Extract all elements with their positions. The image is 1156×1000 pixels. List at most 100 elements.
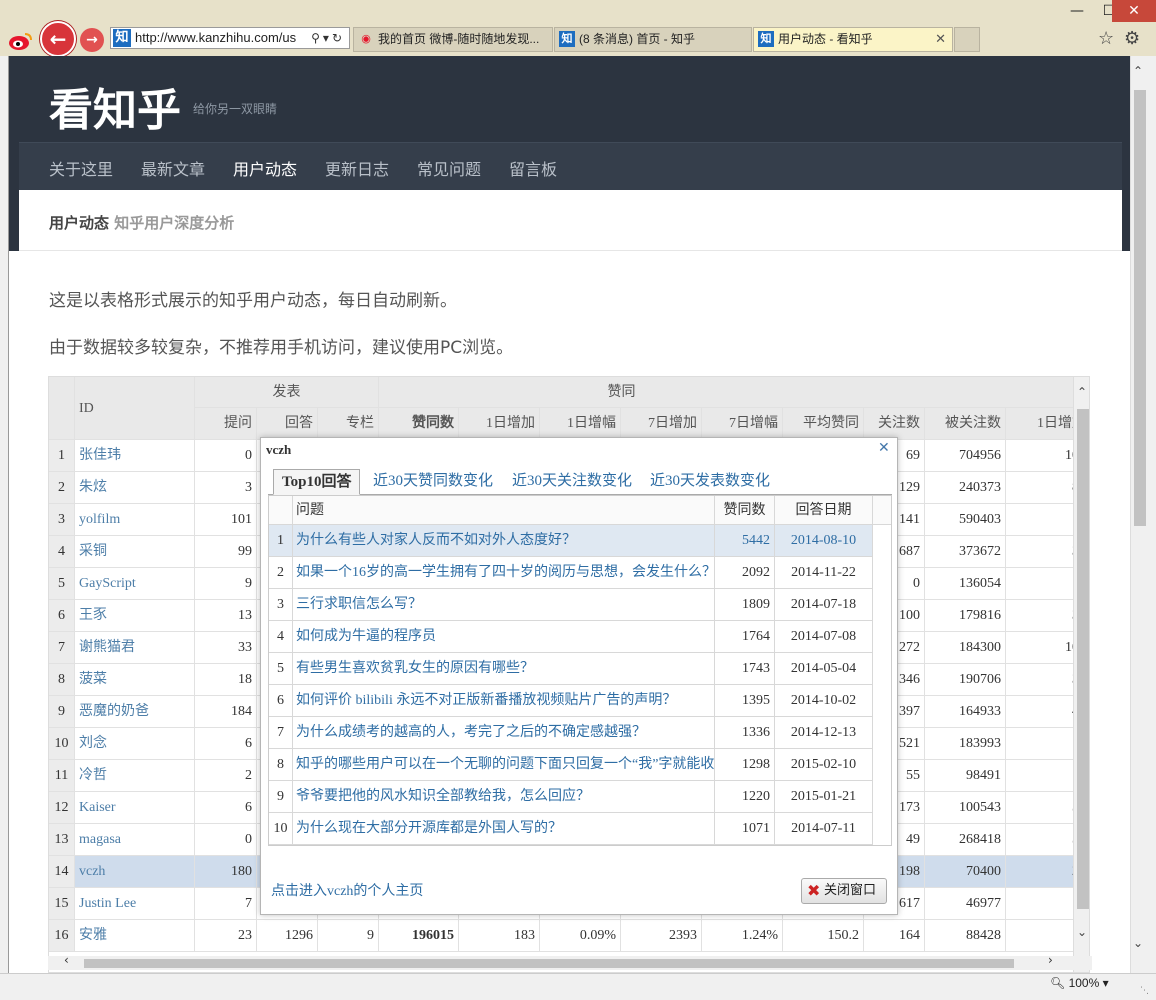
answer-votes: 1743 — [715, 653, 775, 685]
zoom-level[interactable]: 🔍︎ 100% ▾ — [1050, 976, 1109, 990]
answer-question-link[interactable]: 知乎的哪些用户可以在一个无聊的问题下面只回复一个“我”字就能收获上千赞同？ — [293, 749, 715, 781]
scroll-left-icon[interactable]: ‹ — [64, 953, 69, 967]
header-id[interactable]: ID — [75, 377, 195, 440]
settings-gear-icon[interactable]: ⚙ — [1124, 28, 1140, 49]
header-group-post: 发表 — [195, 377, 379, 408]
forward-button[interactable]: → — [80, 28, 104, 52]
close-window-button[interactable]: ✕ — [1112, 0, 1156, 22]
site-title[interactable]: 看知乎 — [49, 74, 181, 138]
user-name-link[interactable]: 菠菜 — [75, 664, 195, 696]
column-header[interactable]: 关注数 — [864, 408, 925, 440]
close-dialog-button[interactable]: ✖ 关闭窗口 — [801, 878, 887, 904]
scroll-right-icon[interactable]: › — [1048, 953, 1053, 967]
user-name-link[interactable]: 刘念 — [75, 728, 195, 760]
nav-user-activity[interactable]: 用户动态 — [233, 156, 297, 180]
user-name-link[interactable]: 谢熊猫君 — [75, 632, 195, 664]
answer-question-link[interactable]: 如何评价 bilibili 永远不对正版新番播放视频贴片广告的声明？ — [293, 685, 715, 717]
dialog-close-icon[interactable]: ✕ — [878, 440, 890, 456]
user-name-link[interactable]: 王豕 — [75, 600, 195, 632]
answer-question-link[interactable]: 有些男生喜欢贫乳女生的原因有哪些？ — [293, 653, 715, 685]
row-index: 8 — [49, 664, 75, 696]
tab-kanzhihu[interactable]: 知 用户动态 - 看知乎 ✕ — [753, 27, 953, 52]
site-nav: 关于这里 最新文章 用户动态 更新日志 常见问题 留言板 — [19, 142, 1122, 190]
tab-zhihu-home[interactable]: 知 (8 条消息) 首页 - 知乎 — [554, 27, 752, 52]
url-text[interactable]: http://www.kanzhihu.com/us — [135, 28, 303, 48]
user-name-link[interactable]: 安雅 — [75, 920, 195, 952]
user-name-link[interactable]: yolfilm — [75, 504, 195, 536]
answer-votes: 1336 — [715, 717, 775, 749]
user-name-link[interactable]: 张佳玮 — [75, 440, 195, 472]
scroll-up-icon[interactable]: ⌃ — [1133, 64, 1143, 78]
answer-votes: 2092 — [715, 557, 775, 589]
scroll-down-icon[interactable]: ⌄ — [1077, 925, 1087, 939]
nav-about[interactable]: 关于这里 — [49, 156, 113, 180]
column-header[interactable]: 回答 — [257, 408, 318, 440]
answer-question-link[interactable]: 三行求职信怎么写？ — [293, 589, 715, 621]
nav-articles[interactable]: 最新文章 — [141, 156, 205, 180]
row-index: 10 — [49, 728, 75, 760]
column-header[interactable]: 1日增幅 — [540, 408, 621, 440]
table-horizontal-scrollbar[interactable]: ‹ › — [48, 953, 1092, 970]
minimize-button[interactable]: — — [1062, 0, 1092, 22]
favorites-star-icon[interactable]: ☆ — [1098, 28, 1114, 49]
user-name-link[interactable]: 冷哲 — [75, 760, 195, 792]
page-vertical-scrollbar[interactable]: ⌃ ⌄ — [1130, 56, 1148, 973]
row-index: 6 — [49, 600, 75, 632]
user-name-link[interactable]: Kaiser — [75, 792, 195, 824]
nav-guestbook[interactable]: 留言板 — [509, 156, 557, 180]
answer-question-link[interactable]: 为什么有些人对家人反而不如对外人态度好？ — [293, 525, 715, 557]
user-name-link[interactable]: GayScript — [75, 568, 195, 600]
user-name-link[interactable]: vczh — [75, 856, 195, 888]
user-name-link[interactable]: magasa — [75, 824, 195, 856]
tab-top10-answers[interactable]: Top10回答 — [273, 469, 361, 495]
column-header[interactable]: 7日增幅 — [702, 408, 783, 440]
tab-weibo[interactable]: ◉ 我的首页 微博-随时随地发现... — [353, 27, 553, 52]
back-button[interactable]: ← — [40, 21, 76, 57]
nav-faq[interactable]: 常见问题 — [417, 156, 481, 180]
tab-close-icon[interactable]: ✕ — [935, 28, 946, 51]
resize-grip-icon[interactable]: ⋱ — [1140, 986, 1149, 996]
table-cell: 101 — [195, 504, 257, 536]
column-header[interactable]: 赞同数 — [379, 408, 459, 440]
answer-question-link[interactable]: 为什么现在大部分开源库都是外国人写的？ — [293, 813, 715, 845]
table-vertical-scrollbar[interactable]: ⌃ ⌄ — [1073, 377, 1089, 972]
profile-link[interactable]: 点击进入vczh的个人主页 — [271, 880, 423, 900]
column-header[interactable]: 平均赞同 — [783, 408, 864, 440]
row-index: 4 — [49, 536, 75, 568]
search-refresh-icons[interactable]: ⚲▾↻ — [311, 28, 345, 48]
table-cell: 1296 — [257, 920, 318, 952]
user-name-link[interactable]: 恶魔的奶爸 — [75, 696, 195, 728]
column-header[interactable]: 被关注数 — [925, 408, 1006, 440]
tab-30day-votes[interactable]: 近30天赞同数变化 — [365, 469, 501, 495]
column-header[interactable]: 7日增加 — [621, 408, 702, 440]
answer-date: 2015-02-10 — [775, 749, 873, 781]
scroll-thumb[interactable] — [1134, 90, 1146, 526]
tab-title: 我的首页 微博-随时随地发现... — [378, 32, 540, 46]
answer-question-link[interactable]: 如何成为牛逼的程序员 — [293, 621, 715, 653]
nav-changelog[interactable]: 更新日志 — [325, 156, 389, 180]
top-answers-table: 问题 赞同数 回答日期 1 为什么有些人对家人反而不如对外人态度好？ 5442 2014-0… — [268, 495, 892, 846]
close-dialog-label: 关闭窗口 — [824, 883, 877, 898]
intro-text: 这是以表格形式展示的知乎用户动态，每日自动刷新。 — [49, 291, 457, 311]
intro-text-2: 由于数据较多较复杂，不推荐用手机访问，建议使用PC浏览。 — [49, 338, 514, 358]
column-header[interactable]: 提问 — [195, 408, 257, 440]
scroll-down-icon[interactable]: ⌄ — [1133, 936, 1143, 950]
user-name-link[interactable]: 朱炫 — [75, 472, 195, 504]
scroll-thumb[interactable] — [1077, 409, 1089, 909]
table-cell: 183993 — [925, 728, 1006, 760]
answer-question-link[interactable]: 爷爷要把他的风水知识全部教给我，怎么回应？ — [293, 781, 715, 813]
scroll-thumb[interactable] — [84, 959, 1014, 968]
user-name-link[interactable]: 采铜 — [75, 536, 195, 568]
table-cell: 164 — [864, 920, 925, 952]
row-index: 16 — [49, 920, 75, 952]
answer-question-link[interactable]: 为什么成绩考的越高的人，考完了之后的不确定感越强？ — [293, 717, 715, 749]
address-bar[interactable]: 知 http://www.kanzhihu.com/us ⚲▾↻ — [110, 27, 350, 49]
column-header[interactable]: 1日增加 — [459, 408, 540, 440]
scroll-up-icon[interactable]: ⌃ — [1077, 385, 1087, 399]
new-tab-button[interactable] — [954, 27, 980, 52]
column-header[interactable]: 专栏 — [318, 408, 379, 440]
answer-question-link[interactable]: 如果一个16岁的高一学生拥有了四十岁的阅历与思想，会发生什么？ — [293, 557, 715, 589]
user-name-link[interactable]: Justin Lee — [75, 888, 195, 920]
tab-30day-followers[interactable]: 近30天关注数变化 — [504, 469, 640, 495]
tab-30day-posts[interactable]: 近30天发表数变化 — [642, 469, 778, 495]
